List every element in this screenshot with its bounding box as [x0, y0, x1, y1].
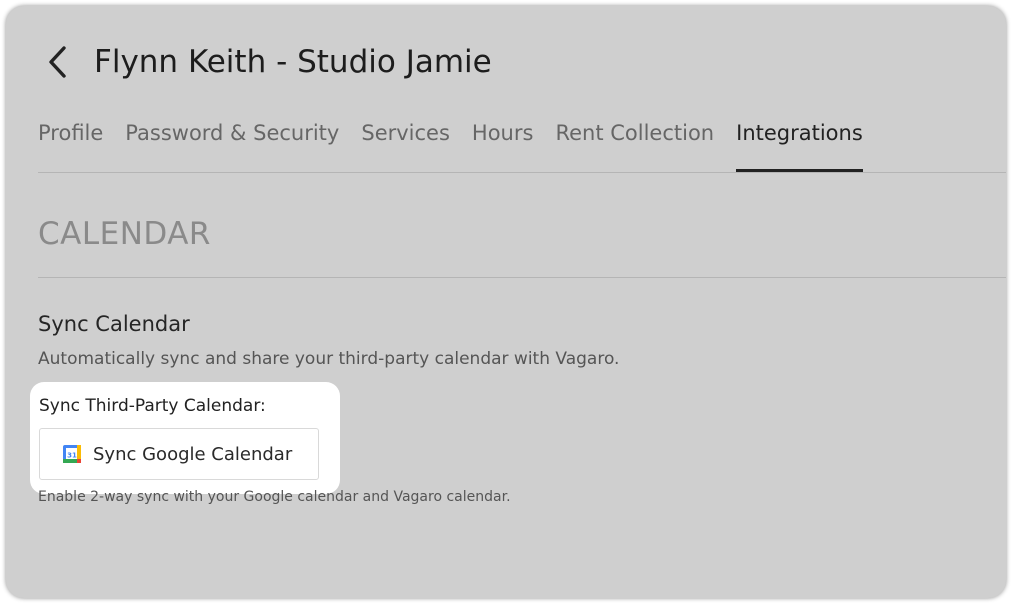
section-title: CALENDAR [38, 216, 211, 252]
tab-services[interactable]: Services [361, 112, 450, 172]
google-calendar-icon-number: 31 [67, 452, 77, 460]
page-header: Flynn Keith - Studio Jamie [46, 34, 492, 90]
sync-calendar-description: Automatically sync and share your third-… [38, 349, 620, 369]
chevron-left-icon[interactable] [46, 42, 82, 82]
sync-google-calendar-label: Sync Google Calendar [93, 443, 293, 465]
tab-integrations[interactable]: Integrations [736, 112, 863, 172]
sync-calendar-heading: Sync Calendar [38, 312, 190, 336]
tab-hours[interactable]: Hours [472, 112, 534, 172]
sync-third-party-card: Sync Third-Party Calendar: 31 Sync Googl… [30, 382, 340, 494]
app-window: Flynn Keith - Studio Jamie Profile Passw… [6, 6, 1006, 598]
tab-bar: Profile Password & Security Services Hou… [38, 112, 1006, 173]
third-party-calendar-label: Sync Third-Party Calendar: [39, 396, 266, 416]
tab-password-security[interactable]: Password & Security [125, 112, 339, 172]
google-calendar-icon: 31 [62, 444, 82, 464]
sync-helper-text: Enable 2-way sync with your Google calen… [38, 489, 511, 505]
sync-google-calendar-button[interactable]: 31 Sync Google Calendar [39, 428, 319, 480]
tab-profile[interactable]: Profile [38, 112, 103, 172]
tab-rent-collection[interactable]: Rent Collection [555, 112, 714, 172]
section-divider [38, 277, 1006, 278]
page-title: Flynn Keith - Studio Jamie [94, 44, 492, 80]
